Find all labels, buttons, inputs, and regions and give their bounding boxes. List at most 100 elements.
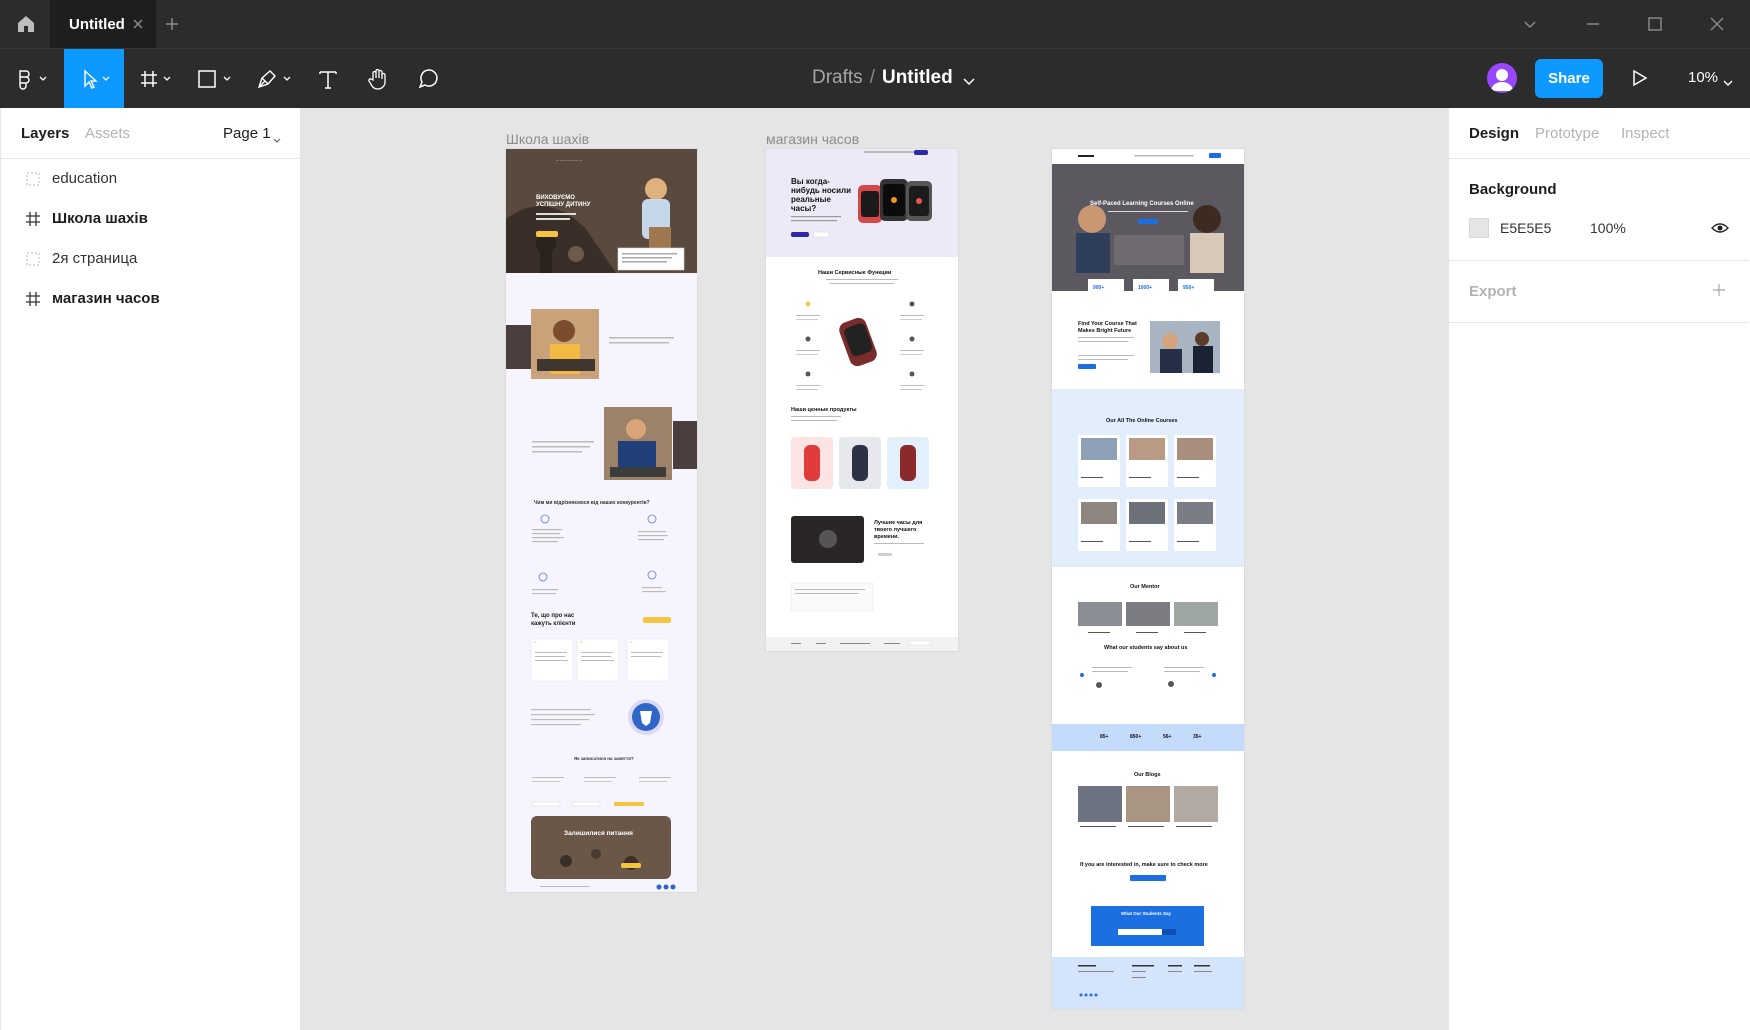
svg-text:Залишилися питання: Залишилися питання (564, 830, 633, 837)
svg-text:кажуть клієнти: кажуть клієнти (531, 621, 576, 627)
svg-text:Лучшие часы для: Лучшие часы для (874, 520, 922, 526)
breadcrumb[interactable]: Drafts / Untitled (812, 67, 953, 89)
svg-text:времени.: времени. (874, 534, 900, 540)
background-opacity-field[interactable]: 100% (1590, 220, 1626, 236)
svg-text:Наши Сервисные Функции: Наши Сервисные Функции (818, 270, 891, 276)
frame-icon (25, 291, 41, 307)
close-window-icon[interactable] (1707, 14, 1727, 34)
background-color-swatch[interactable] (1469, 218, 1489, 238)
frame-chess-school[interactable]: — — — — — — — ВИХОВУЄМО УСПІШНУ ДИТИНУ Ч… (506, 149, 697, 892)
svg-text:УСПІШНУ ДИТИНУ: УСПІШНУ ДИТИНУ (536, 202, 591, 208)
section-icon (25, 171, 41, 187)
frame-label-chess[interactable]: Школа шахів (506, 131, 589, 147)
chevron-down-icon[interactable] (1723, 74, 1733, 92)
layer-chess-school[interactable]: Школа шахів (1, 199, 301, 239)
svg-text:35+: 35+ (1193, 734, 1202, 740)
home-icon[interactable] (14, 12, 38, 36)
layer-page-2[interactable]: 2я страница (1, 239, 301, 279)
tab-design[interactable]: Design (1469, 125, 1519, 142)
design-panel: Design Prototype Inspect Background E5E5… (1448, 108, 1750, 1030)
svg-text:If you are interested in, make: If you are interested in, make sure to c… (1080, 862, 1208, 868)
svg-text:реальные: реальные (791, 195, 831, 204)
svg-text:900+: 900+ (1093, 285, 1104, 291)
section-icon (25, 251, 41, 267)
maximize-icon[interactable] (1645, 14, 1665, 34)
tab-prototype[interactable]: Prototype (1535, 125, 1599, 142)
frame-tool[interactable] (134, 49, 180, 109)
export-section-title: Export (1469, 283, 1517, 300)
tab-title: Untitled (69, 16, 125, 33)
left-panel-tabs: Layers Assets Page 1 (1, 108, 300, 159)
new-tab-icon[interactable] (164, 16, 180, 32)
toolbar: Drafts / Untitled Share 10% (0, 48, 1750, 109)
chevron-down-icon[interactable] (1520, 14, 1540, 34)
svg-text:What Our Students Say: What Our Students Say (1121, 911, 1172, 916)
svg-text:— — — — — — —: — — — — — — — (556, 158, 582, 162)
comment-tool[interactable] (410, 49, 446, 109)
divider (1449, 260, 1749, 261)
svg-text:850+: 850+ (1130, 734, 1141, 740)
layer-education[interactable]: education (1, 159, 301, 199)
add-export-icon[interactable] (1712, 283, 1726, 302)
svg-text:Our Mentor: Our Mentor (1130, 584, 1160, 590)
svg-text:Find Your Course That: Find Your Course That (1078, 321, 1137, 327)
zoom-level[interactable]: 10% (1688, 69, 1718, 86)
svg-text:Як записатися на заняття?: Як записатися на заняття? (574, 756, 634, 761)
svg-text:1000+: 1000+ (1138, 285, 1152, 291)
svg-text:Вы когда-: Вы когда- (791, 177, 830, 186)
right-panel-tabs: Design Prototype Inspect (1449, 108, 1750, 159)
svg-text:Our All The Online Courses: Our All The Online Courses (1106, 418, 1178, 424)
layer-label: 2я страница (52, 250, 138, 267)
hand-tool[interactable] (360, 49, 396, 109)
svg-text:ВИХОВУЄМО: ВИХОВУЄМО (536, 195, 575, 201)
chevron-down-icon[interactable] (963, 73, 975, 91)
title-bar: Untitled (0, 0, 1750, 48)
layer-label: education (52, 170, 118, 187)
svg-text:часы?: часы? (791, 204, 816, 213)
present-icon[interactable] (1628, 67, 1650, 94)
text-tool[interactable] (310, 49, 346, 109)
file-name[interactable]: Untitled (882, 67, 953, 88)
canvas[interactable]: Школа шахів — — — — — — — ВИХОВУЄМО УСПІ… (301, 108, 1448, 1030)
svg-text:Our Blogs: Our Blogs (1134, 772, 1161, 778)
layers-panel: Layers Assets Page 1 education Школа шах… (0, 108, 301, 1030)
close-tab-icon[interactable] (130, 16, 146, 32)
move-tool[interactable] (64, 49, 124, 109)
tab-inspect[interactable]: Inspect (1621, 125, 1669, 142)
frame-label-watches[interactable]: магазин часов (766, 131, 859, 147)
svg-text:What our students say about us: What our students say about us (1104, 645, 1187, 651)
svg-text:Те, що про нас: Те, що про нас (531, 613, 575, 619)
breadcrumb-separator: / (869, 67, 875, 88)
svg-text:Self-Paced Learning Courses On: Self-Paced Learning Courses Online (1090, 201, 1194, 207)
minimize-icon[interactable] (1583, 14, 1603, 34)
frame-watch-store[interactable]: Вы когда- нибудь носили реальные часы? Н… (766, 149, 958, 651)
svg-text:Makes Bright Future: Makes Bright Future (1078, 328, 1131, 334)
frame-education[interactable]: Self-Paced Learning Courses Online 900+ … (1052, 149, 1244, 1009)
layer-label: Школа шахів (52, 210, 148, 227)
pen-tool[interactable] (250, 49, 300, 109)
svg-text:Наши ценные продукты: Наши ценные продукты (791, 407, 857, 413)
svg-text:950+: 950+ (1183, 285, 1194, 291)
share-button[interactable]: Share (1535, 59, 1603, 98)
tab-assets[interactable]: Assets (85, 125, 130, 142)
avatar[interactable] (1487, 63, 1517, 93)
svg-text:85+: 85+ (1100, 734, 1109, 740)
svg-text:нибудь носили: нибудь носили (791, 186, 851, 195)
tab-layers[interactable]: Layers (21, 125, 69, 142)
eye-icon[interactable] (1711, 220, 1729, 241)
figma-menu-icon[interactable] (10, 49, 54, 109)
tab-untitled[interactable]: Untitled (50, 0, 156, 48)
page-selector[interactable]: Page 1 (223, 125, 271, 142)
divider (1449, 322, 1749, 323)
background-section-title: Background (1469, 181, 1557, 198)
chevron-down-icon[interactable] (273, 131, 281, 149)
frame-icon (25, 211, 41, 227)
shape-tool[interactable] (190, 49, 240, 109)
svg-text:56+: 56+ (1163, 734, 1172, 740)
layer-watch-store[interactable]: магазин часов (1, 279, 301, 319)
svg-text:твоего лучшего: твоего лучшего (874, 527, 917, 533)
layer-label: магазин часов (52, 290, 160, 307)
breadcrumb-drafts[interactable]: Drafts (812, 67, 863, 88)
svg-text:Чим ми відрізняємося від наших: Чим ми відрізняємося від наших конкурент… (534, 500, 650, 506)
background-hex-field[interactable]: E5E5E5 (1500, 220, 1551, 236)
